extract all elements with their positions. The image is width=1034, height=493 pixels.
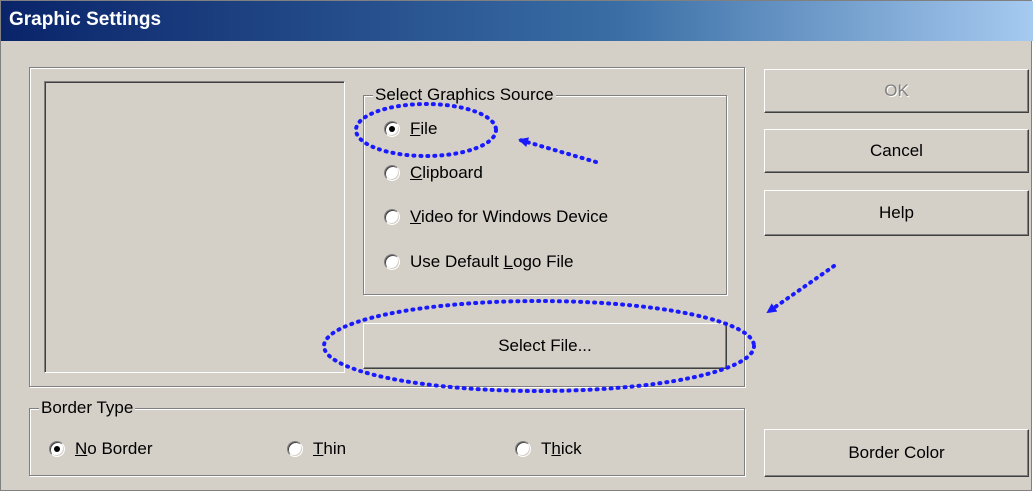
ok-button-label: OK bbox=[884, 81, 909, 100]
radio-thick-label: Thick bbox=[541, 439, 582, 458]
radio-no-border-indicator bbox=[49, 441, 65, 457]
cancel-button-label: Cancel bbox=[870, 141, 923, 160]
border-color-button-label: Border Color bbox=[848, 443, 945, 462]
radio-default-logo-label: Use Default Logo File bbox=[410, 252, 574, 271]
radio-video-device[interactable]: Video for Windows Device bbox=[384, 206, 608, 228]
radio-file-indicator bbox=[384, 121, 400, 137]
radio-video-indicator bbox=[384, 209, 400, 225]
radio-default-logo-indicator bbox=[384, 254, 400, 270]
radio-thin-label: Thin bbox=[313, 439, 347, 458]
radio-thick[interactable]: Thick bbox=[515, 438, 582, 460]
radio-clipboard-indicator bbox=[384, 165, 400, 181]
radio-no-border[interactable]: No Border bbox=[49, 438, 152, 460]
graphics-source-legend: Select Graphics Source bbox=[373, 85, 556, 105]
radio-clipboard[interactable]: Clipboard bbox=[384, 162, 483, 184]
radio-file-label: File bbox=[410, 119, 438, 138]
radio-thin[interactable]: Thin bbox=[287, 438, 346, 460]
radio-default-logo[interactable]: Use Default Logo File bbox=[384, 251, 574, 273]
select-file-button-label: Select File... bbox=[498, 336, 592, 355]
border-type-legend: Border Type bbox=[39, 398, 136, 418]
graphic-settings-dialog: Graphic Settings Select Graphics Source … bbox=[0, 0, 1033, 491]
border-color-button[interactable]: Border Color bbox=[764, 429, 1029, 477]
radio-file[interactable]: File bbox=[384, 118, 437, 140]
help-button-label: Help bbox=[879, 203, 914, 222]
radio-clipboard-label: Clipboard bbox=[410, 163, 483, 182]
window-title: Graphic Settings bbox=[9, 9, 162, 30]
cancel-button[interactable]: Cancel bbox=[764, 129, 1029, 173]
ok-button[interactable]: OK bbox=[764, 69, 1029, 113]
title-bar[interactable]: Graphic Settings bbox=[1, 1, 1033, 41]
select-file-button[interactable]: Select File... bbox=[363, 323, 727, 369]
radio-video-label: Video for Windows Device bbox=[410, 207, 609, 226]
graphic-preview-area bbox=[44, 81, 345, 373]
radio-thin-indicator bbox=[287, 441, 303, 457]
help-button[interactable]: Help bbox=[764, 190, 1029, 236]
radio-no-border-label: No Border bbox=[75, 439, 153, 458]
radio-thick-indicator bbox=[515, 441, 531, 457]
